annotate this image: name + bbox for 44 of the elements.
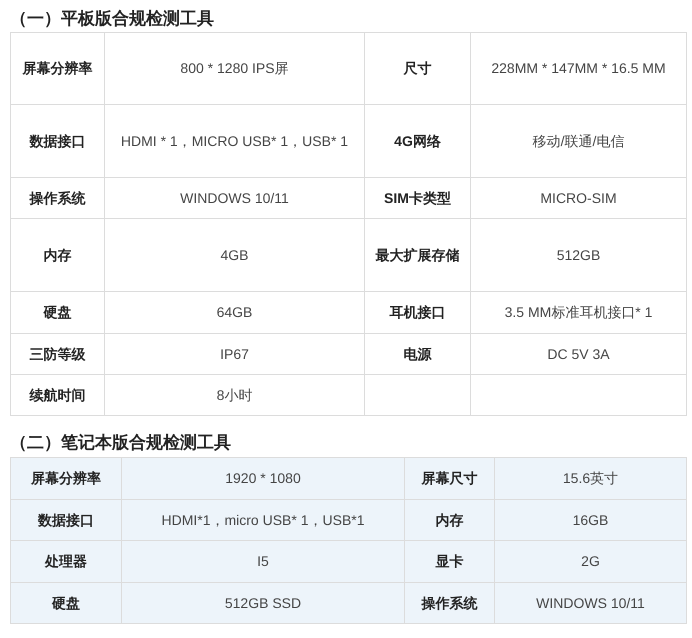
spec-label: 三防等级 <box>30 346 86 362</box>
spec-label: 操作系统 <box>422 594 478 610</box>
spec-value: WINDOWS 10/11 <box>180 190 289 206</box>
spec-value: 512GB SSD <box>224 594 302 610</box>
spec-value: 移动/联通/电信 <box>532 132 624 148</box>
spec-label: 硬盘 <box>52 594 80 610</box>
section-title: （一）平板版合规检测工具 <box>10 8 214 30</box>
spec-label: 4G网络 <box>394 132 441 148</box>
spec-value: 800 * 1280 IPS屏 <box>180 60 289 76</box>
spec-value: 16GB <box>572 512 608 528</box>
spec-label: 续航时间 <box>30 386 86 402</box>
spec-label: 数据接口 <box>30 132 86 148</box>
spec-label: 内存 <box>44 246 72 262</box>
spec-value: 1920 * 1080 <box>225 470 301 486</box>
spec-label: 电源 <box>404 346 432 362</box>
spec-value: 3.5 MM标准耳机接口* 1 <box>504 304 652 320</box>
spec-value: WINDOWS 10/11 <box>536 594 645 610</box>
spec-value: I5 <box>257 553 269 569</box>
spec-label: 最大扩展存储 <box>376 246 460 262</box>
spec-label: 内存 <box>436 512 464 528</box>
spec-label: 处理器 <box>45 553 87 569</box>
spec-label: 屏幕分辨率 <box>31 470 101 486</box>
spec-value: MICRO-SIM <box>540 190 617 206</box>
spec-value: IP67 <box>220 346 249 362</box>
spec-label: SIM卡类型 <box>384 190 451 206</box>
spec-label: 尺寸 <box>404 60 432 76</box>
spec-label: 操作系统 <box>30 190 86 206</box>
spec-value: 64GB <box>216 304 252 320</box>
spec-label: 屏幕尺寸 <box>422 470 478 486</box>
spec-value: 8小时 <box>216 386 252 402</box>
spec-value: HDMI * 1，MICRO USB* 1，USB* 1 <box>120 132 348 148</box>
section-title: （二）笔记本版合规检测工具 <box>10 432 231 454</box>
spec-value: 512GB <box>556 246 600 262</box>
spec-label: 屏幕分辨率 <box>22 60 92 76</box>
spec-value: 4GB <box>220 246 248 262</box>
spec-label: 显卡 <box>436 553 464 569</box>
spec-value: 2G <box>581 553 600 569</box>
spec-label: 数据接口 <box>38 512 94 528</box>
spec-value: 228MM * 147MM * 16.5 MM <box>491 60 666 76</box>
spec-value: 15.6英寸 <box>562 470 618 486</box>
spec-label: 耳机接口 <box>390 304 446 320</box>
spec-value: HDMI*1，micro USB* 1，USB*1 <box>161 512 365 528</box>
spec-label: 硬盘 <box>44 304 72 320</box>
spec-value: DC 5V 3A <box>547 346 610 362</box>
